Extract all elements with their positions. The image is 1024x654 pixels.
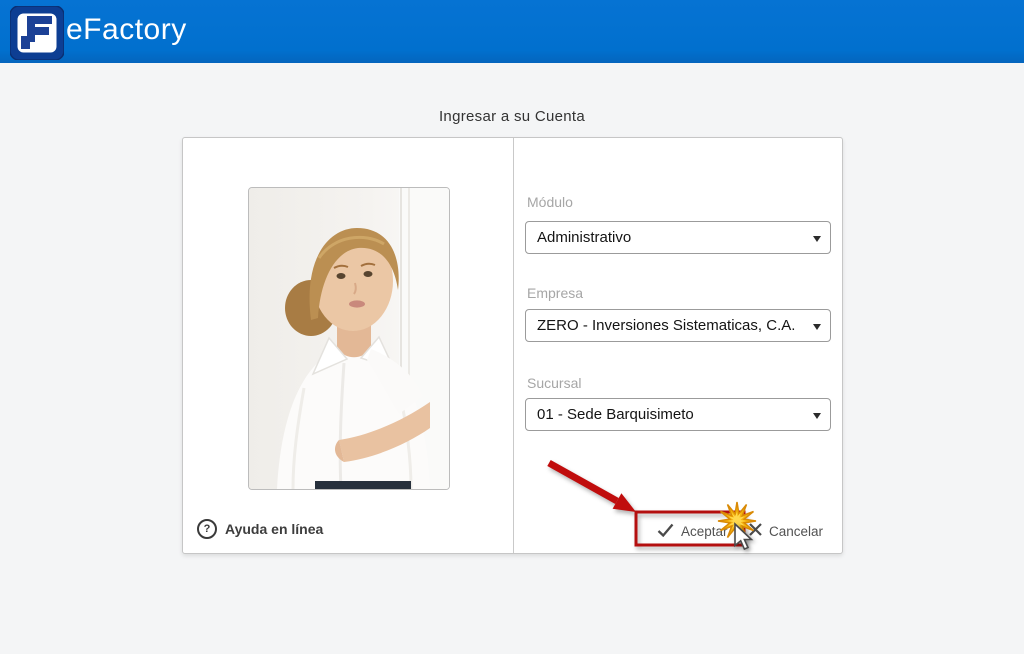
efactory-logo-icon — [10, 6, 64, 60]
app-header: eFactory — [0, 0, 1024, 63]
user-photo — [248, 187, 450, 490]
cancel-button[interactable]: Cancelar — [749, 514, 823, 548]
close-icon — [749, 523, 762, 539]
login-card: ? Ayuda en línea Módulo Administrativo E… — [182, 137, 843, 554]
sucursal-select[interactable]: 01 - Sede Barquisimeto — [525, 398, 831, 431]
online-help-label: Ayuda en línea — [225, 521, 323, 537]
panel-divider — [513, 138, 514, 553]
modulo-label: Módulo — [527, 194, 573, 210]
cancel-label: Cancelar — [769, 524, 823, 539]
modulo-value: Administrativo — [537, 229, 631, 246]
accept-label: Aceptar — [681, 524, 728, 539]
app-title: eFactory — [66, 13, 187, 47]
empresa-value: ZERO - Inversiones Sistematicas, C.A. — [537, 317, 795, 334]
online-help-link[interactable]: ? Ayuda en línea — [197, 519, 323, 539]
modulo-select[interactable]: Administrativo — [525, 221, 831, 254]
sucursal-label: Sucursal — [527, 375, 581, 391]
empresa-select[interactable]: ZERO - Inversiones Sistematicas, C.A. — [525, 309, 831, 342]
chevron-down-icon — [813, 324, 821, 330]
check-icon — [657, 523, 674, 540]
question-icon: ? — [197, 519, 217, 539]
page-title: Ingresar a su Cuenta — [0, 108, 1024, 125]
empresa-label: Empresa — [527, 285, 583, 301]
login-screen: eFactory Ingresar a su Cuenta — [0, 0, 1024, 654]
sucursal-value: 01 - Sede Barquisimeto — [537, 406, 694, 423]
chevron-down-icon — [813, 413, 821, 419]
accept-button[interactable]: Aceptar — [657, 514, 728, 548]
chevron-down-icon — [813, 236, 821, 242]
